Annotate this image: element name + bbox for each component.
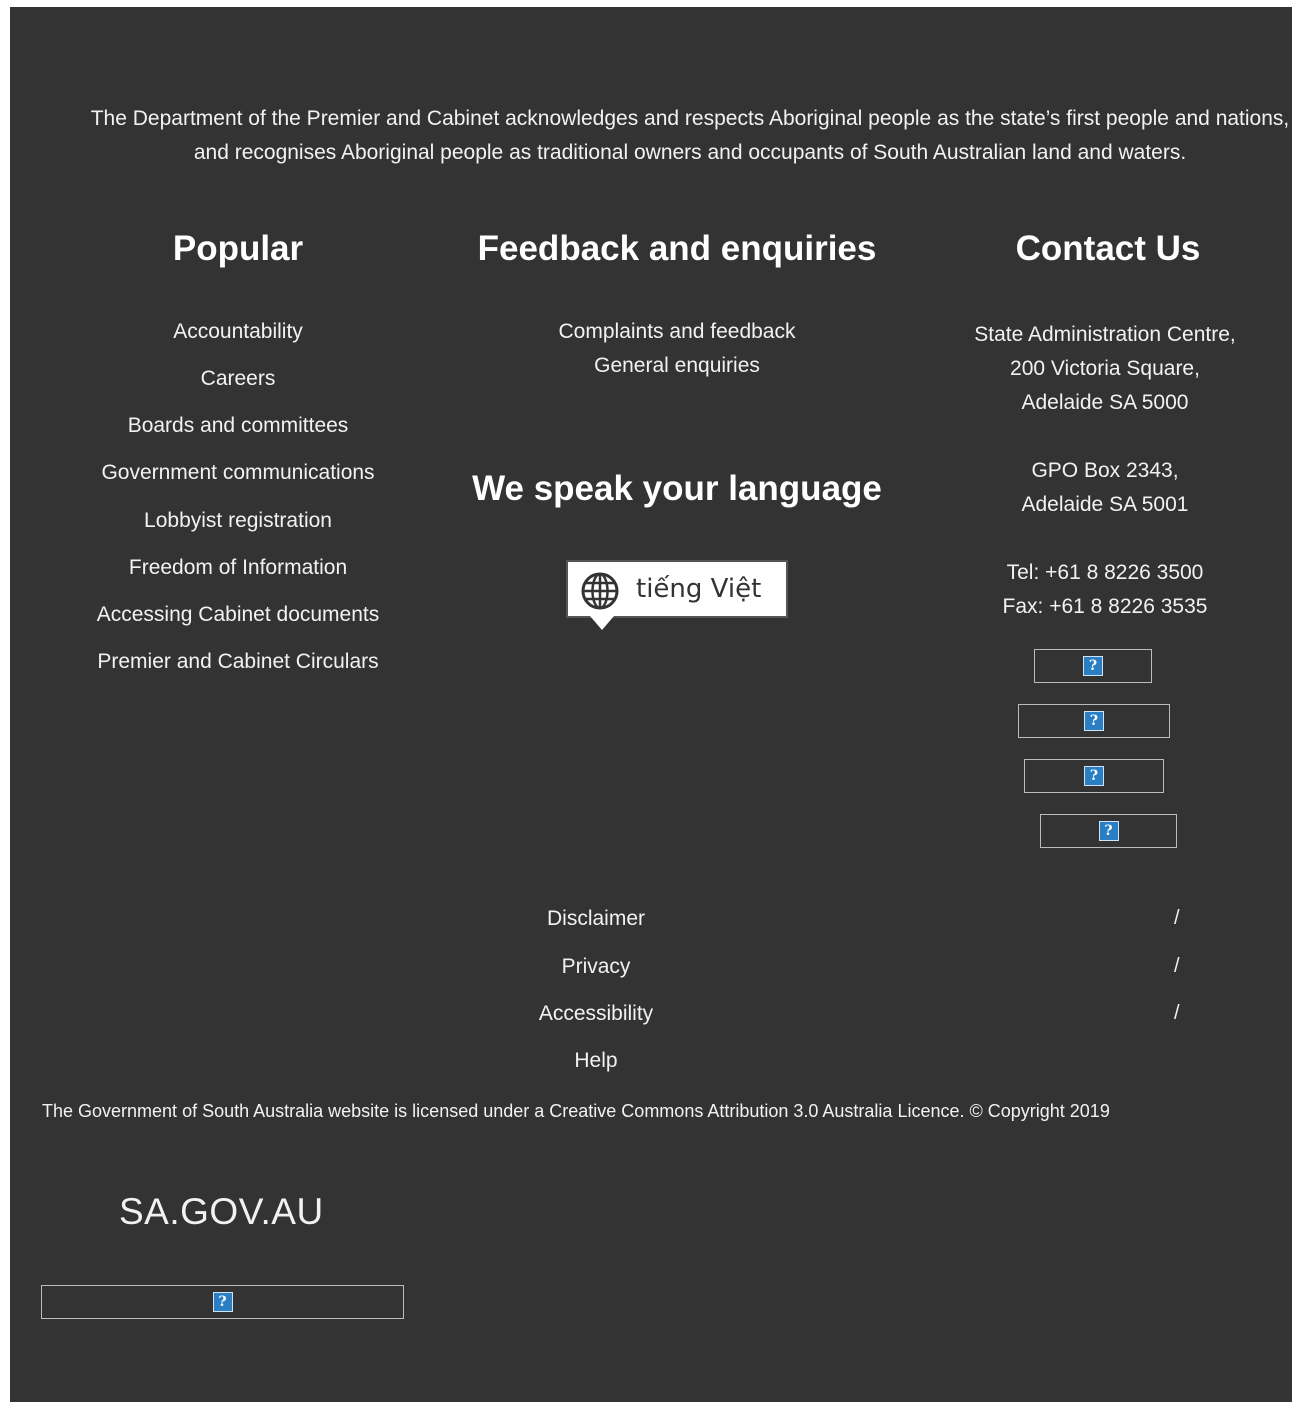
tel-number[interactable]: Tel: +61 8 8226 3500 [940,556,1270,590]
language-button-label: tiếng Việt [636,574,762,604]
separator: / [1174,907,1180,929]
separator: / [1174,955,1180,977]
contact-phone: Tel: +61 8 8226 3500 Fax: +61 8 8226 353… [940,556,1270,624]
fax-number: Fax: +61 8 8226 3535 [1002,595,1208,618]
address-line: State Administration Centre, [974,323,1236,346]
feedback-heading: Feedback and enquiries [477,229,877,268]
link-help[interactable]: Help [496,1049,696,1073]
broken-image-icon: ? [1084,711,1104,731]
contact-postal: GPO Box 2343, Adelaide SA 5001 [940,454,1270,522]
site-footer: The Department of the Premier and Cabine… [10,7,1292,1402]
broken-image-icon: ? [1084,766,1104,786]
link-premier-cabinet-circulars[interactable]: Premier and Cabinet Circulars [97,650,378,674]
language-button[interactable]: tiếng Việt [566,560,788,630]
acknowledgement-text: The Department of the Premier and Cabine… [90,107,1290,164]
link-careers[interactable]: Careers [201,367,276,391]
link-boards-committees[interactable]: Boards and committees [128,414,349,438]
link-government-communications[interactable]: Government communications [101,461,374,485]
contact-heading: Contact Us [1015,229,1201,268]
link-accessing-cabinet-documents[interactable]: Accessing Cabinet documents [97,603,380,627]
footer-image-link[interactable]: ? [41,1285,404,1319]
social-link-4[interactable]: ? [1040,814,1177,848]
link-privacy[interactable]: Privacy [496,955,696,979]
speech-bubble-tail [590,616,614,630]
separator: / [1174,1002,1180,1024]
link-general-enquiries[interactable]: General enquiries [594,354,760,378]
licence-text: The Government of South Australia websit… [42,1101,1110,1121]
globe-icon [581,572,619,610]
link-accountability[interactable]: Accountability [173,320,303,344]
social-link-1[interactable]: ? [1034,649,1152,683]
broken-image-icon: ? [212,1292,233,1312]
link-accessibility[interactable]: Accessibility [496,1002,696,1026]
popular-heading: Popular [172,229,304,268]
social-link-2[interactable]: ? [1018,704,1170,738]
link-disclaimer[interactable]: Disclaimer [496,907,696,931]
language-heading: We speak your language [472,469,882,508]
link-freedom-of-information[interactable]: Freedom of Information [129,556,347,580]
postal-line: Adelaide SA 5001 [1021,493,1189,516]
sa-gov-logo[interactable]: SA.GOV.AU [119,1191,324,1233]
address-line: 200 Victoria Square, [1010,357,1200,380]
address-line: Adelaide SA 5000 [1021,391,1189,414]
broken-image-icon: ? [1083,656,1103,676]
contact-address: State Administration Centre, 200 Victori… [940,318,1270,420]
postal-line: GPO Box 2343, [1031,459,1179,482]
broken-image-icon: ? [1098,821,1119,841]
link-lobbyist-registration[interactable]: Lobbyist registration [144,509,332,533]
social-link-3[interactable]: ? [1024,759,1164,793]
link-complaints-feedback[interactable]: Complaints and feedback [559,320,796,344]
